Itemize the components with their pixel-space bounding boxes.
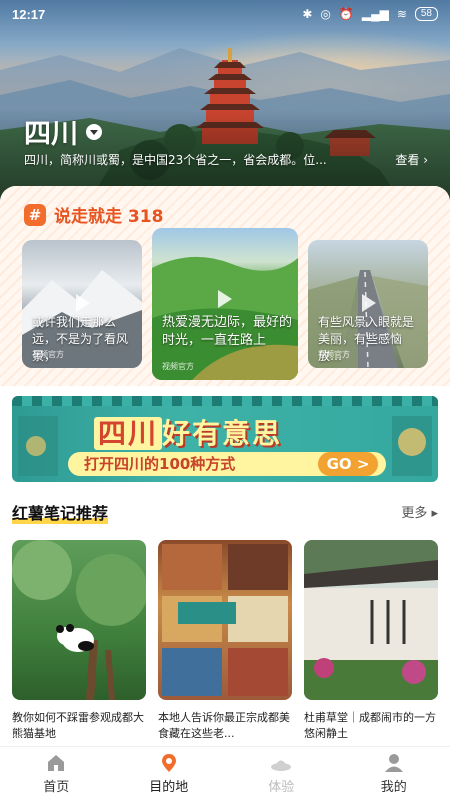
nav-item-destination[interactable]: 目的地 bbox=[113, 747, 226, 800]
play-icon bbox=[76, 294, 90, 312]
signal-icon: ▂▄▆ bbox=[361, 7, 389, 21]
nav-label: 体验 bbox=[268, 780, 295, 795]
topic-header[interactable]: # 说走就走 318 bbox=[24, 202, 163, 227]
status-time: 12:17 bbox=[12, 6, 46, 22]
notes-section-title: 红薯笔记推荐 bbox=[12, 500, 109, 524]
location-pin-icon bbox=[161, 754, 176, 772]
topic-card-caption: 热爱漫无边际，最好的时光，一直在路上 bbox=[162, 315, 293, 348]
nav-label: 目的地 bbox=[149, 780, 189, 795]
banner-go-button[interactable]: GO > bbox=[318, 452, 378, 476]
nav-label: 首页 bbox=[43, 780, 70, 795]
notes-list: 教你如何不踩雷参观成都大熊猫基地 本地人告诉你最正宗成都美食藏在这些老... 杜… bbox=[12, 540, 438, 740]
banner-title: 四川 好有意思 bbox=[94, 412, 282, 452]
nav-item-experience[interactable]: 体验 bbox=[225, 747, 338, 800]
city-selector[interactable]: 四川 bbox=[24, 112, 102, 151]
topic-card[interactable]: 或许我们走那么远，不是为了看风景， 视频官方 bbox=[22, 240, 142, 368]
alarm-icon: ⏰ bbox=[338, 7, 354, 21]
notes-section-header: 红薯笔记推荐 更多 ▸ bbox=[12, 500, 438, 528]
battery-icon: 58 bbox=[414, 7, 438, 21]
person-icon bbox=[384, 754, 403, 772]
note-title: 本地人告诉你最正宗成都美食藏在这些老... bbox=[158, 711, 290, 740]
note-title: 教你如何不踩雷参观成都大熊猫基地 bbox=[12, 711, 144, 740]
wifi-icon: ≋ bbox=[396, 7, 407, 21]
topic-card[interactable]: 有些风景入眼就是美丽，有些感恼放… 视频官方 bbox=[308, 240, 428, 368]
mute-icon: ◎ bbox=[320, 7, 331, 21]
notes-more-link[interactable]: 更多 ▸ bbox=[401, 502, 438, 521]
banner-title-region: 四川 bbox=[94, 417, 163, 450]
city-description: 四川，简称川或蜀，是中国23个省之一，省会成都。位... bbox=[24, 153, 327, 167]
food-collage-image bbox=[158, 540, 292, 700]
topic-card[interactable]: 热爱漫无边际，最好的时光，一直在路上 视频官方 bbox=[152, 228, 298, 380]
bottom-nav: 首页 目的地 体验 我的 bbox=[0, 746, 450, 800]
chevron-down-icon bbox=[86, 123, 102, 140]
bluetooth-icon: ✱ bbox=[302, 7, 313, 21]
note-card[interactable]: 本地人告诉你最正宗成都美食藏在这些老... bbox=[158, 540, 292, 742]
promo-banner[interactable]: 四川 好有意思 打开四川的100种方式 GO > bbox=[12, 396, 438, 482]
note-card[interactable]: 杜甫草堂｜成都闹市的一方悠闲静土 bbox=[304, 540, 438, 742]
content-panel: # 说走就走 318 或许我们走那么远，不是为了看风景， 视频官方 热爱漫无边际… bbox=[0, 186, 450, 746]
hero-banner bbox=[0, 0, 450, 200]
topic-card-source: 视频官方 bbox=[318, 350, 350, 359]
play-icon bbox=[218, 290, 232, 308]
city-name: 四川 bbox=[24, 119, 78, 150]
panda-image bbox=[12, 540, 146, 700]
note-title: 杜甫草堂｜成都闹市的一方悠闲静土 bbox=[304, 711, 436, 740]
banner-title-slogan: 好有意思 bbox=[162, 417, 283, 450]
topic-card-list: 或许我们走那么远，不是为了看风景， 视频官方 热爱漫无边际，最好的时光，一直在路… bbox=[0, 228, 450, 380]
note-card[interactable]: 教你如何不踩雷参观成都大熊猫基地 bbox=[12, 540, 146, 742]
nav-label: 我的 bbox=[380, 780, 407, 795]
hat-icon bbox=[271, 760, 292, 771]
play-icon bbox=[362, 294, 376, 312]
nav-item-home[interactable]: 首页 bbox=[0, 747, 113, 800]
home-icon bbox=[48, 755, 65, 771]
hashtag-icon: # bbox=[24, 203, 46, 226]
topic-card-source: 视频官方 bbox=[162, 362, 194, 371]
status-bar: 12:17 ✱ ◎ ⏰ ▂▄▆ ≋ 58 bbox=[0, 0, 450, 28]
topic-title: 说走就走 318 bbox=[54, 207, 164, 227]
topic-card-source: 视频官方 bbox=[32, 350, 64, 359]
thatched-cottage-image bbox=[304, 540, 438, 700]
view-more-link[interactable]: 查看 › bbox=[395, 151, 428, 168]
nav-item-mine[interactable]: 我的 bbox=[338, 747, 450, 800]
